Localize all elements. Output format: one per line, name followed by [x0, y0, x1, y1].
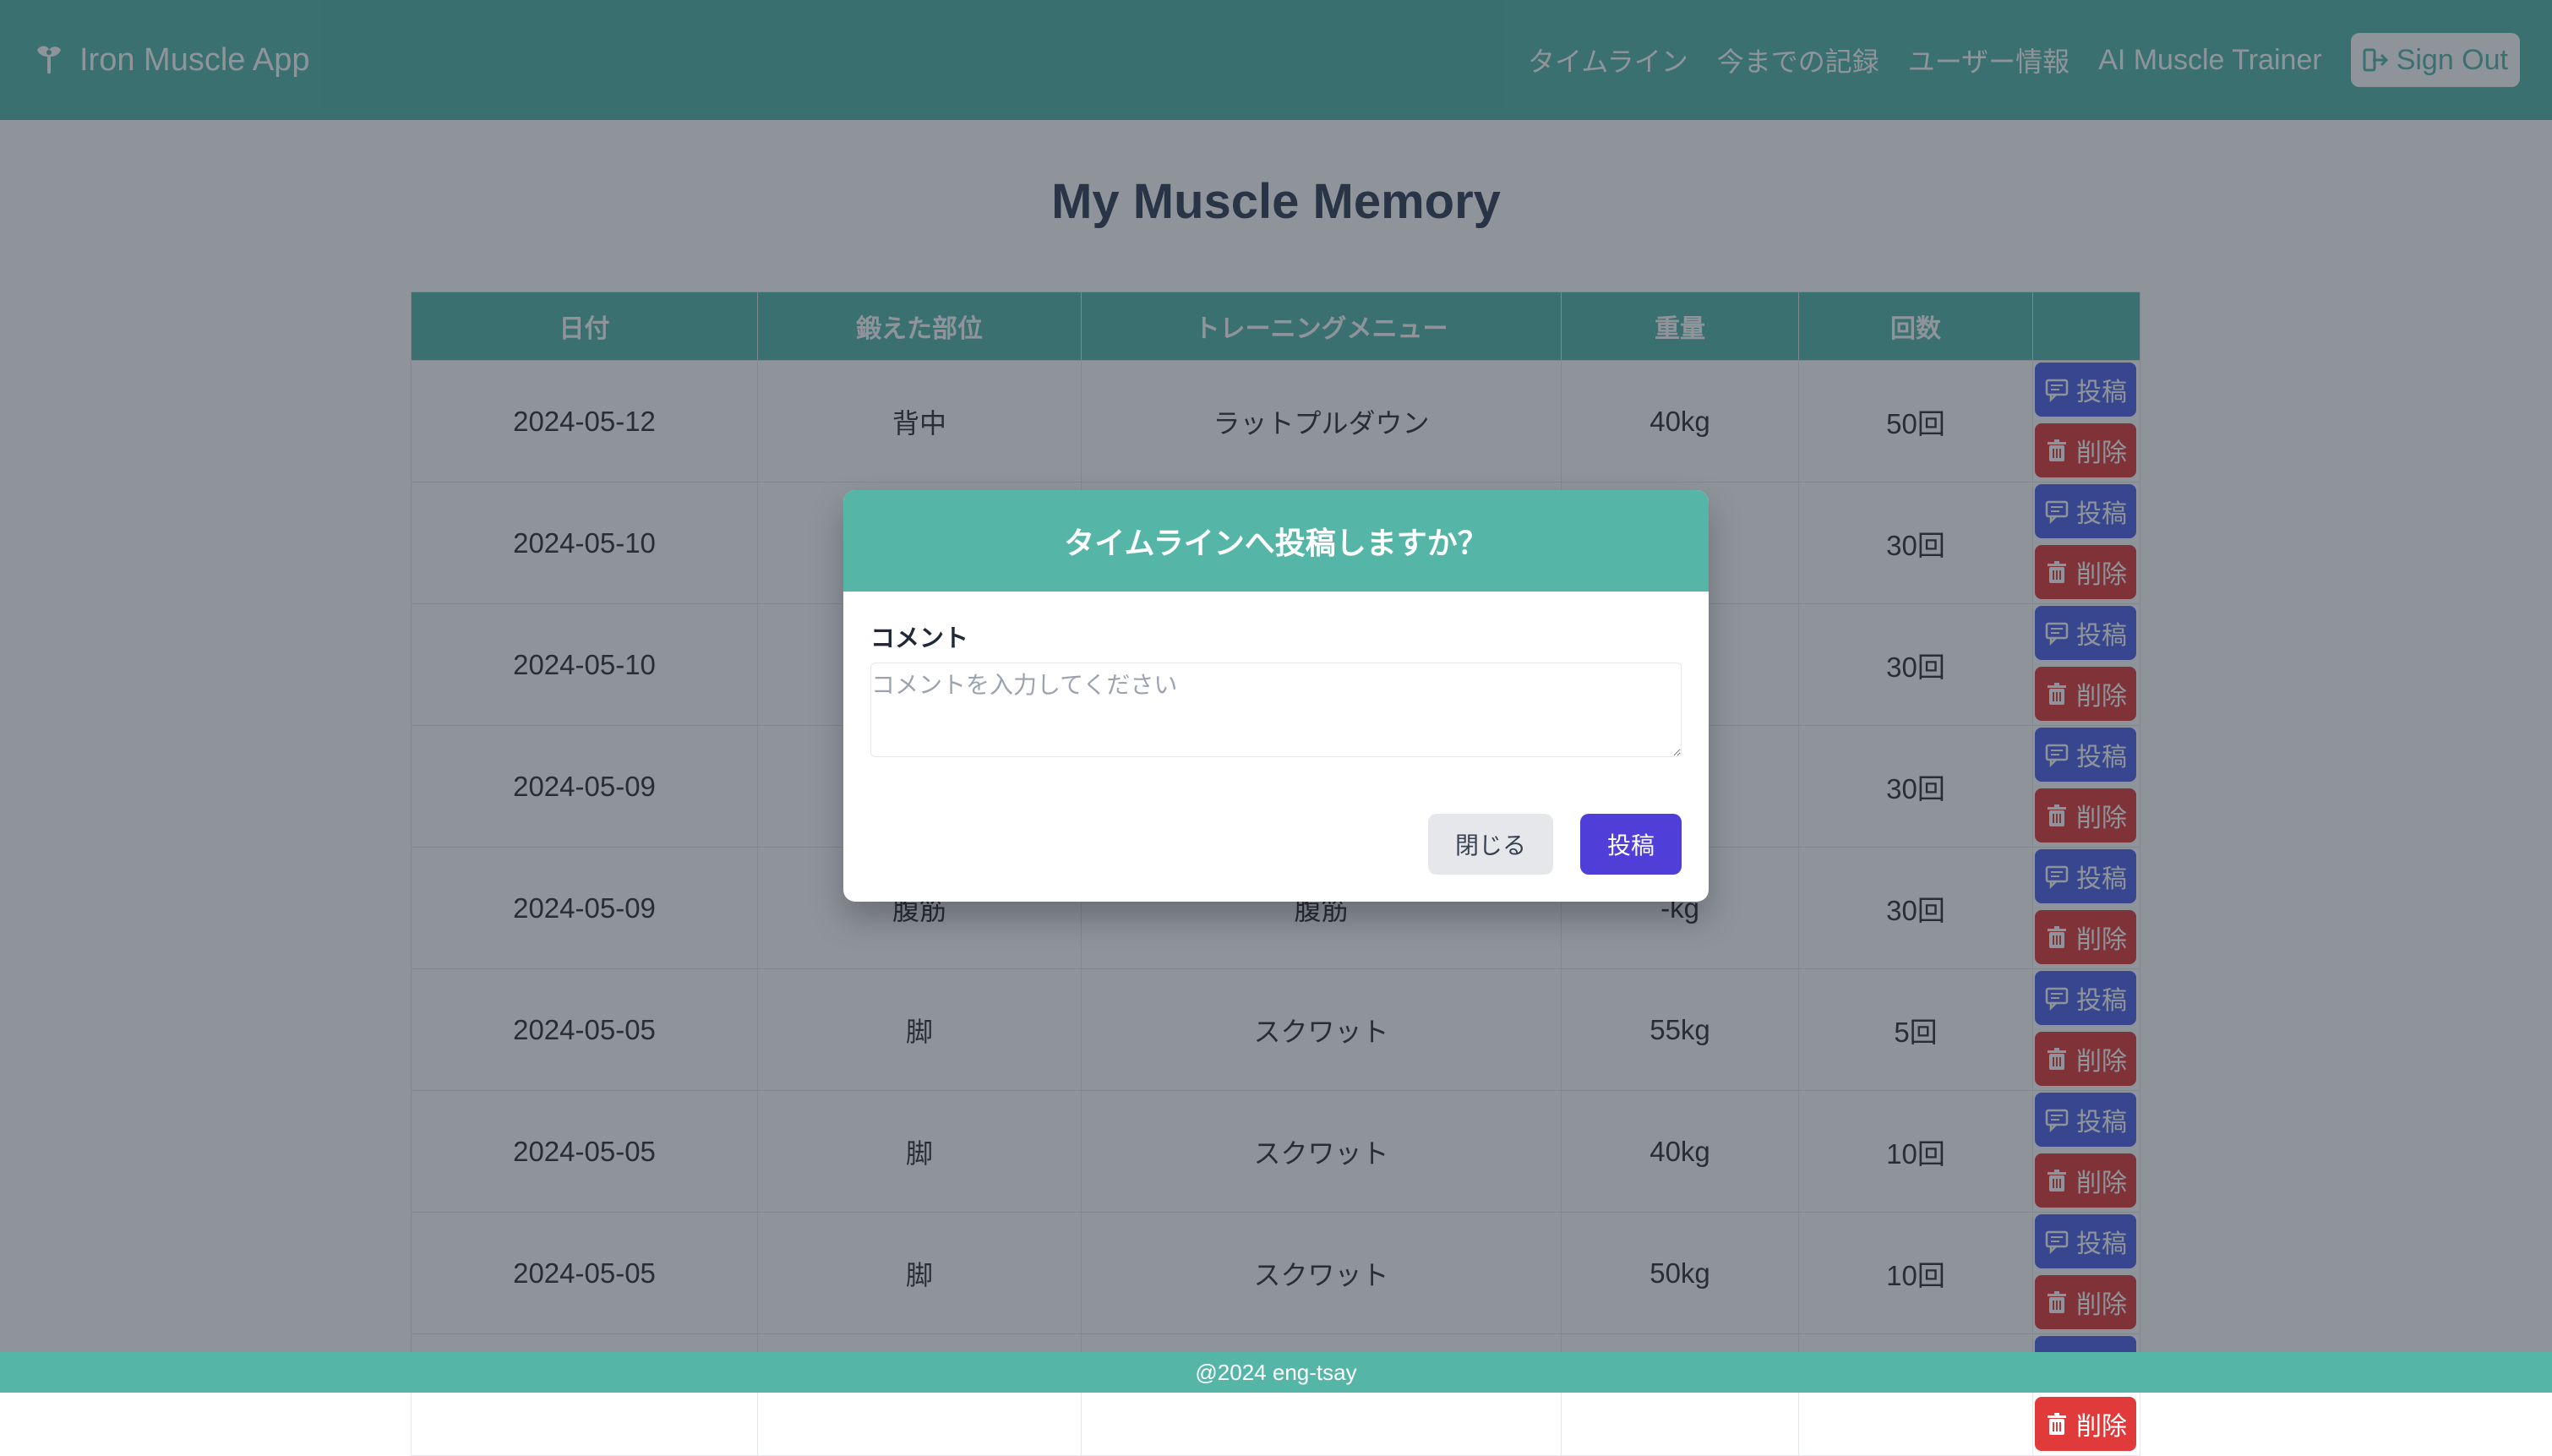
trash-icon: [2048, 1413, 2066, 1435]
comment-label: コメント: [870, 624, 969, 652]
modal-title: タイムラインへ投稿しますか？: [843, 490, 1709, 592]
modal-body: コメント: [843, 592, 1709, 757]
footer: @2024 eng-tsay: [0, 1352, 2552, 1393]
delete-button[interactable]: 削除: [2035, 1397, 2136, 1451]
close-button[interactable]: 閉じる: [1428, 814, 1553, 875]
post-modal: タイムラインへ投稿しますか？ コメント 閉じる 投稿: [843, 490, 1709, 902]
delete-button-label: 削除: [2076, 1412, 2127, 1442]
submit-post-button[interactable]: 投稿: [1580, 814, 1682, 875]
comment-textarea[interactable]: [870, 663, 1682, 757]
modal-footer: 閉じる 投稿: [843, 814, 1709, 875]
